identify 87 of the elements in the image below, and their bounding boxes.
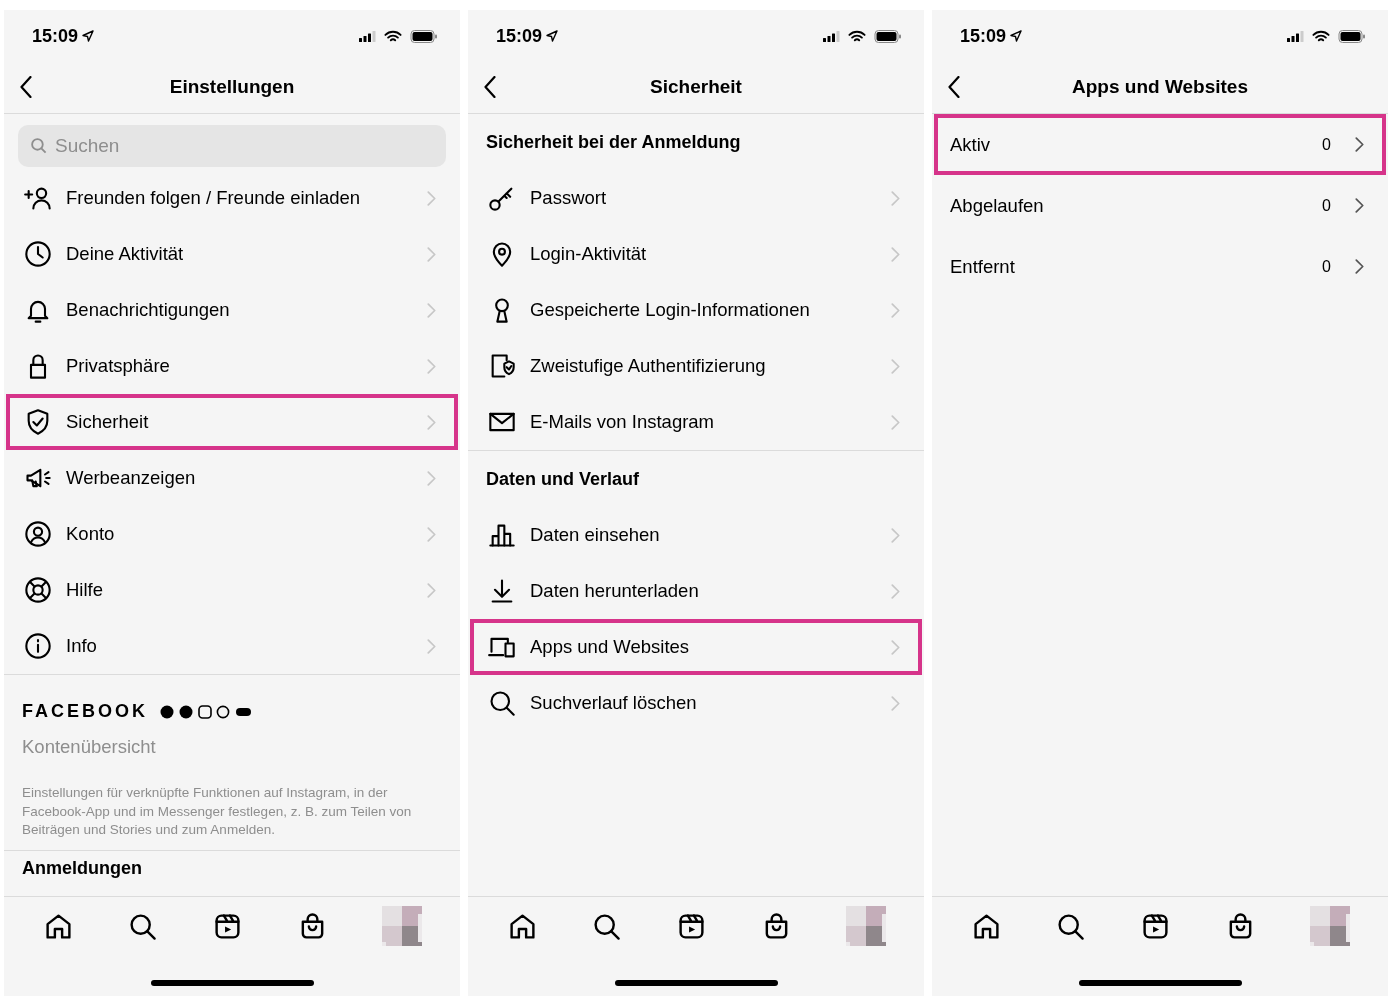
section-heading: Sicherheit bei der Anmeldung — [485, 131, 742, 154]
menu-item[interactable]: Passwort — [470, 170, 922, 226]
menu-item[interactable]: Login-Aktivität — [470, 226, 922, 282]
menu-item[interactable]: Abgelaufen 0 — [934, 175, 1386, 236]
reels-icon[interactable] — [213, 911, 242, 941]
status-time: 15:09 — [960, 25, 1007, 47]
search-icon[interactable] — [1056, 911, 1086, 941]
search-icon[interactable] — [592, 911, 622, 941]
lifebuoy-icon — [24, 576, 52, 604]
battery-icon — [1338, 29, 1366, 43]
menu-item[interactable]: Privatsphäre — [6, 338, 458, 394]
chevron-icon — [427, 526, 436, 542]
menu-item[interactable]: Sicherheit — [6, 394, 458, 450]
brand-description: Einstellungen für verknüpfte Funktionen auf Instagram, in der Facebook-App und im Messenger festlegen, z. B. zum Teilen von Beiträgen und Stories und zum Anmelden. — [22, 784, 413, 839]
section-heading: Anmeldungen — [21, 856, 143, 880]
chevron-icon — [891, 246, 900, 262]
wifi-icon — [384, 29, 402, 43]
menu-item[interactable]: Info — [6, 618, 458, 674]
chevron-icon — [891, 302, 900, 318]
signal-icon — [359, 30, 376, 42]
menu-item[interactable]: Werbeanzeigen — [6, 450, 458, 506]
location-arrow-icon — [1010, 30, 1023, 42]
chevron-icon — [891, 190, 900, 206]
chevron-icon — [1355, 137, 1364, 152]
battery-icon — [410, 29, 438, 43]
status-time: 15:09 — [496, 25, 543, 47]
item-count: 0 — [1322, 257, 1331, 276]
menu-item[interactable]: Daten einsehen — [470, 507, 922, 563]
chevron-icon — [427, 190, 436, 206]
search-icon[interactable] — [128, 911, 158, 941]
search-field[interactable]: Suchen — [18, 125, 446, 167]
home-icon[interactable] — [971, 911, 1001, 941]
screen-title: Apps und Websites — [1072, 75, 1248, 98]
chevron-icon — [1355, 259, 1364, 274]
screen-title: Einstellungen — [169, 75, 295, 98]
item-count: 0 — [1322, 196, 1331, 215]
chevron-icon — [891, 414, 900, 430]
location-arrow-icon — [546, 30, 559, 42]
chevron-icon — [1355, 198, 1364, 213]
brand-name: FACEBOOK — [22, 701, 148, 722]
chevron-icon — [427, 414, 436, 430]
section-heading: Daten und Verlauf — [485, 468, 641, 491]
menu-item[interactable]: E-Mails von Instagram — [470, 394, 922, 450]
menu-item[interactable]: Gespeicherte Login-Informationen — [470, 282, 922, 338]
search-icon — [30, 137, 47, 154]
reels-icon[interactable] — [677, 911, 706, 941]
chevron-icon — [427, 358, 436, 374]
chevron-icon — [891, 358, 900, 374]
wifi-icon — [848, 29, 866, 43]
back-icon[interactable] — [948, 75, 961, 98]
back-icon[interactable] — [20, 75, 33, 98]
chevron-icon — [891, 639, 900, 655]
menu-item[interactable]: Entfernt 0 — [934, 236, 1386, 297]
menu-item[interactable]: Benachrichtigungen — [6, 282, 458, 338]
menu-item[interactable]: Apps und Websites — [470, 619, 922, 675]
menu-item[interactable]: Zweistufige Authentifizierung — [470, 338, 922, 394]
search-icon — [488, 689, 516, 717]
person-circle-icon — [24, 520, 52, 548]
info-icon — [24, 632, 52, 660]
chevron-icon — [427, 582, 436, 598]
chevron-icon — [891, 527, 900, 543]
home-icon[interactable] — [43, 911, 73, 941]
chevron-icon — [427, 638, 436, 654]
menu-item[interactable]: Deine Aktivität — [6, 226, 458, 282]
chevron-icon — [891, 695, 900, 711]
menu-item[interactable]: Freunden folgen / Freunde einladen — [6, 170, 458, 226]
menu-item[interactable]: Hilfe — [6, 562, 458, 618]
signal-icon — [1287, 30, 1304, 42]
item-count: 0 — [1322, 135, 1331, 154]
chevron-icon — [427, 246, 436, 262]
menu-item[interactable]: Suchverlauf löschen — [470, 675, 922, 731]
wifi-icon — [1312, 29, 1330, 43]
chevron-icon — [891, 583, 900, 599]
chevron-icon — [427, 470, 436, 486]
menu-item[interactable]: Aktiv 0 — [934, 114, 1386, 175]
reels-icon[interactable] — [1141, 911, 1170, 941]
clock-icon — [24, 240, 52, 268]
chevron-icon — [427, 302, 436, 318]
battery-icon — [874, 29, 902, 43]
signal-icon — [823, 30, 840, 42]
location-arrow-icon — [82, 30, 95, 42]
menu-item[interactable]: Konto — [6, 506, 458, 562]
back-icon[interactable] — [484, 75, 497, 98]
screen-title: Sicherheit — [650, 75, 742, 98]
menu-item[interactable]: Daten herunterladen — [470, 563, 922, 619]
home-icon[interactable] — [507, 911, 537, 941]
status-time: 15:09 — [32, 25, 79, 47]
